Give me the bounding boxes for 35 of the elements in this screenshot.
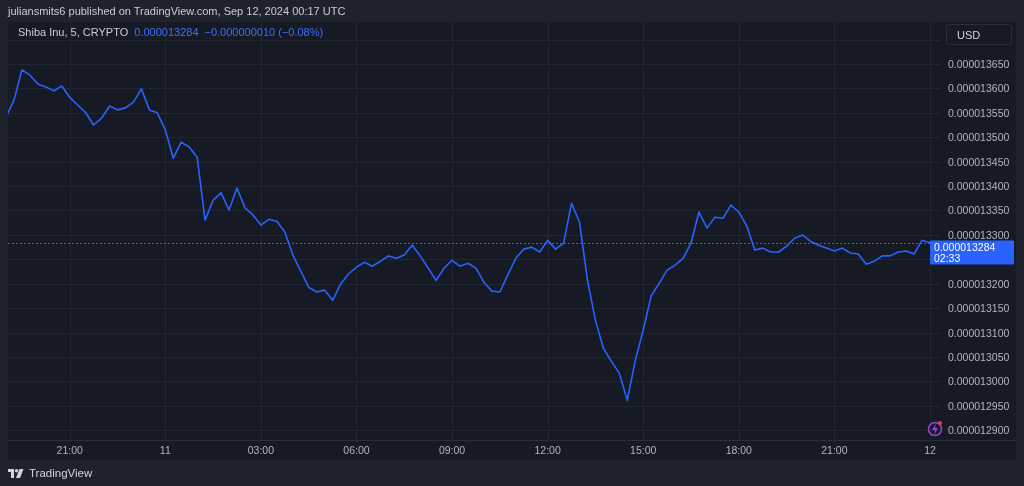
time-axis-label: 21:00: [821, 444, 848, 456]
price-axis-label: 0.000012950: [948, 399, 1010, 412]
price-change: −0.000000010 (−0.08%): [204, 26, 324, 38]
price-axis-label: 0.000013600: [948, 82, 1010, 95]
brand-name[interactable]: TradingView: [29, 467, 93, 479]
time-axis-label: 12:00: [534, 444, 561, 456]
price-axis-label: 0.000013100: [948, 326, 1010, 339]
time-axis-label: 09:00: [438, 444, 466, 456]
ref-line-label: 0.000013284: [934, 240, 996, 253]
time-axis-label: 21:00: [56, 444, 83, 456]
price-axis-label: 0.000013050: [948, 351, 1010, 363]
price-axis-label: 0.000013650: [948, 58, 1010, 70]
price-axis-label: 0.000013450: [948, 155, 1010, 168]
lightning-icon[interactable]: [927, 421, 943, 437]
publish-info: juliansmits6 published on TradingView.com, Sep 12, 2024 00:17 UTC: [8, 5, 346, 17]
time-axis-label: 18:00: [725, 444, 752, 456]
time-axis-label: 12: [924, 444, 936, 456]
last-price-label: 0.000013284 02:33: [930, 240, 1014, 265]
time-axis-label: 11: [159, 444, 171, 456]
last-price: 0.000013284: [134, 26, 199, 38]
symbol-info: Shiba Inu, 5, CRYPTO: [18, 26, 129, 38]
price-axis-label: 0.000013000: [948, 375, 1010, 388]
logo-icon: [8, 468, 24, 478]
time-axis-label: 03:00: [247, 444, 275, 456]
price-axis-label: 0.000013550: [948, 106, 1010, 119]
currency-button[interactable]: USD: [946, 24, 1012, 45]
price-axis-label: 0.000013200: [948, 277, 1010, 290]
price-axis-label: 0.000013500: [948, 131, 1010, 144]
price-axis-label: 0.000013350: [948, 204, 1010, 217]
price-axis-label: 0.000013400: [948, 180, 1010, 193]
time-axis-label: 06:00: [343, 444, 370, 456]
time-axis-label: 15:00: [630, 444, 657, 456]
price-axis-label: 0.000013300: [948, 228, 1010, 241]
price-axis-label: 0.000013150: [948, 302, 1010, 315]
price-axis-label: 0.000012900: [948, 424, 1010, 437]
